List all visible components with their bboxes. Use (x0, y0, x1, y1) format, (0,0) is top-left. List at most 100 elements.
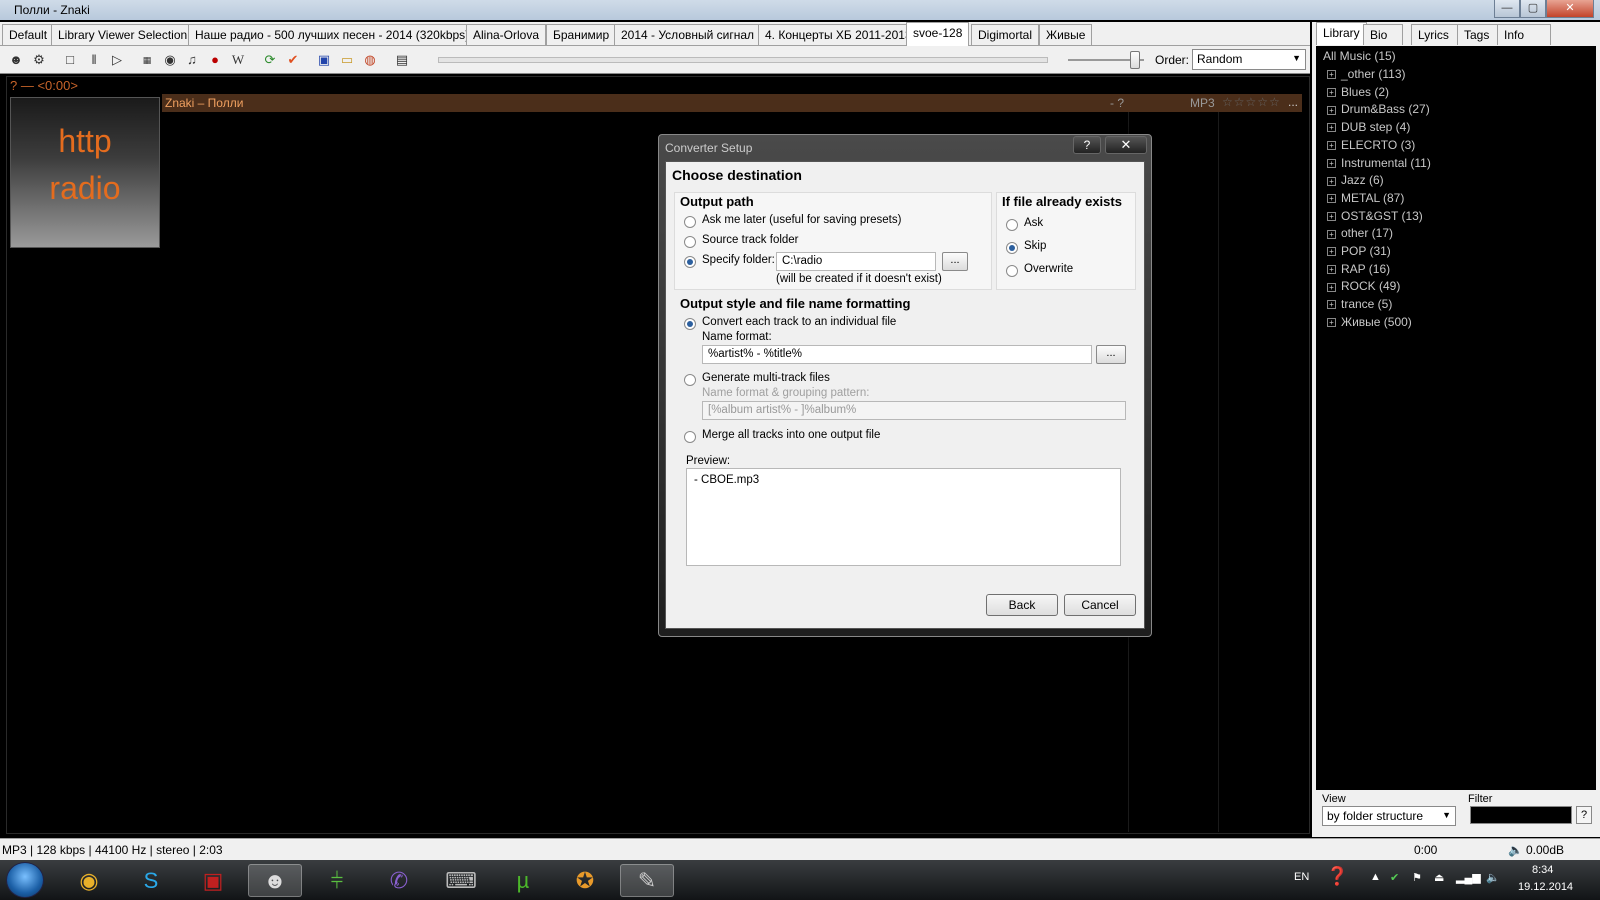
minimize-button[interactable]: — (1494, 0, 1520, 18)
signal-icon[interactable]: ▂▄▆ (1456, 871, 1481, 884)
tree-item[interactable]: + Blues (2) (1327, 84, 1389, 102)
source-folder-radio[interactable] (684, 236, 696, 248)
lastfm-icon[interactable]: ☻ (8, 52, 24, 68)
tab-nashe-radio[interactable]: Наше радио - 500 лучших песен - 2014 (32… (188, 24, 477, 45)
browse-folder-button[interactable]: ... (942, 252, 968, 271)
viber-icon[interactable]: ✆ (372, 864, 426, 897)
network-icon[interactable]: ⫩ (310, 864, 364, 897)
foobar-icon[interactable]: ☻ (248, 864, 302, 897)
clock-time[interactable]: 8:34 (1532, 864, 1553, 876)
tree-item[interactable]: + OST&GST (13) (1327, 208, 1423, 226)
expand-plus-icon[interactable]: + (1327, 70, 1336, 80)
library-tree[interactable]: All Music (15) + _other (113) + Blues (2) + D… (1316, 46, 1596, 790)
image-icon[interactable]: ▤ (394, 52, 410, 68)
volume-slider-thumb[interactable] (1130, 51, 1140, 69)
show-hidden-icons[interactable]: ▲ (1370, 871, 1381, 883)
tree-item[interactable]: + ROCK (49) (1327, 278, 1400, 296)
expand-plus-icon[interactable]: + (1327, 105, 1336, 115)
exists-ask-radio[interactable] (1006, 219, 1018, 231)
language-indicator[interactable]: EN (1294, 871, 1309, 883)
specify-folder-label[interactable]: Specify folder: (702, 254, 775, 266)
tab-digimortal[interactable]: Digimortal (971, 24, 1040, 45)
help-warning-icon[interactable]: ❓ (1326, 866, 1348, 887)
volume-icon[interactable]: 🔈 (1486, 871, 1500, 884)
game-icon[interactable]: ✪ (558, 864, 612, 897)
sync-icon[interactable]: ✔ (1390, 871, 1399, 884)
tab-info[interactable]: Info (1497, 24, 1551, 45)
grouping-pattern-input[interactable]: [%album artist% - ]%album% (702, 401, 1126, 420)
tree-item[interactable]: + trance (5) (1327, 296, 1392, 314)
folder-path-input[interactable]: C:\radio (776, 252, 936, 271)
tree-item[interactable]: + RAP (16) (1327, 261, 1390, 279)
tree-item[interactable]: + Instrumental (11) (1327, 155, 1431, 173)
name-format-browse-button[interactable]: ... (1096, 345, 1126, 364)
tree-item[interactable]: + Живые (500) (1327, 314, 1412, 332)
expand-plus-icon[interactable]: + (1327, 176, 1336, 186)
tab-tags[interactable]: Tags (1457, 24, 1499, 45)
cancel-button[interactable]: Cancel (1064, 594, 1136, 616)
tab-branimir[interactable]: Бранимир (546, 24, 617, 45)
globe-icon[interactable]: ◍ (362, 52, 378, 68)
view-dropdown[interactable]: by folder structure ▼ (1322, 806, 1456, 826)
wikipedia-icon[interactable]: W (230, 52, 246, 68)
exists-overwrite-label[interactable]: Overwrite (1024, 263, 1073, 275)
expand-plus-icon[interactable]: + (1327, 318, 1336, 328)
close-window-button[interactable]: ✕ (1546, 0, 1594, 18)
usb-icon[interactable]: ⏏ (1434, 871, 1444, 884)
exists-skip-radio[interactable] (1006, 242, 1018, 254)
clock-date[interactable]: 19.12.2014 (1518, 881, 1573, 893)
tree-item[interactable]: + DUB step (4) (1327, 119, 1410, 137)
tab-zhivye[interactable]: Живые (1039, 24, 1093, 45)
more-icon[interactable]: ... (1288, 95, 1298, 109)
tree-item[interactable]: + METAL (87) (1327, 190, 1404, 208)
expand-plus-icon[interactable]: + (1327, 123, 1336, 133)
ask-later-radio[interactable] (684, 216, 696, 228)
individual-file-radio[interactable] (684, 318, 696, 330)
expand-plus-icon[interactable]: + (1327, 265, 1336, 275)
expand-plus-icon[interactable]: + (1327, 158, 1336, 168)
refresh-icon[interactable]: ⟳ (262, 52, 278, 68)
media-player-icon[interactable]: ▣ (186, 864, 240, 897)
tab-lyrics[interactable]: Lyrics (1411, 24, 1459, 45)
maximize-button[interactable]: ▢ (1520, 0, 1546, 18)
utorrent-icon[interactable]: µ (496, 864, 550, 897)
start-button[interactable] (6, 862, 44, 898)
expand-plus-icon[interactable]: + (1327, 194, 1336, 204)
tab-default[interactable]: Default (2, 24, 55, 45)
checkmark-icon[interactable]: ✔ (285, 52, 301, 68)
expand-plus-icon[interactable]: + (1327, 300, 1336, 310)
tab-svoe-128[interactable]: svoe-128 (906, 22, 970, 46)
settings-gear-icon[interactable]: ⚙ (31, 52, 47, 68)
pause-icon[interactable]: ‖ (86, 52, 102, 68)
stop-icon[interactable]: □ (62, 52, 78, 68)
laptop-icon[interactable]: ⌨ (434, 864, 488, 897)
tree-root[interactable]: All Music (15) (1323, 49, 1396, 63)
name-format-input[interactable]: %artist% - %title% (702, 345, 1092, 364)
flag-icon[interactable]: ⚑ (1412, 871, 1422, 884)
speaker-icon[interactable]: 🔈 (1508, 843, 1523, 857)
cd-icon[interactable]: ◉ (162, 52, 178, 68)
playlist-row-now-playing[interactable]: Znaki – Полли - ? MP3 ☆☆☆☆☆ ... (162, 94, 1302, 112)
ask-later-label[interactable]: Ask me later (useful for saving presets) (702, 214, 901, 226)
exists-skip-label[interactable]: Skip (1024, 240, 1046, 252)
specify-folder-radio[interactable] (684, 256, 696, 268)
seek-bar[interactable] (438, 57, 1048, 63)
order-dropdown[interactable]: Random ▼ (1192, 49, 1306, 70)
lastfm-red-icon[interactable]: ● (207, 52, 223, 68)
save-icon[interactable]: ▣ (316, 52, 332, 68)
tree-item[interactable]: + Jazz (6) (1327, 172, 1384, 190)
tab-bio[interactable]: Bio (1363, 24, 1403, 45)
tab-koncerty-hb[interactable]: 4. Концерты ХБ 2011-2013 (758, 24, 919, 45)
dialog-close-button[interactable]: ✕ (1105, 136, 1147, 154)
rating-stars[interactable]: ☆☆☆☆☆ (1222, 95, 1281, 109)
skype-icon[interactable]: S (124, 864, 178, 897)
play-icon[interactable]: ▷ (109, 52, 125, 68)
filter-help-button[interactable]: ? (1576, 806, 1592, 824)
filter-input[interactable] (1470, 806, 1572, 824)
tab-alina-orlova[interactable]: Alina-Orlova (466, 24, 547, 45)
tree-item[interactable]: + other (17) (1327, 225, 1393, 243)
expand-plus-icon[interactable]: + (1327, 229, 1336, 239)
individual-file-label[interactable]: Convert each track to an individual file (702, 316, 896, 328)
paint-icon[interactable]: ✎ (620, 864, 674, 897)
expand-plus-icon[interactable]: + (1327, 88, 1336, 98)
